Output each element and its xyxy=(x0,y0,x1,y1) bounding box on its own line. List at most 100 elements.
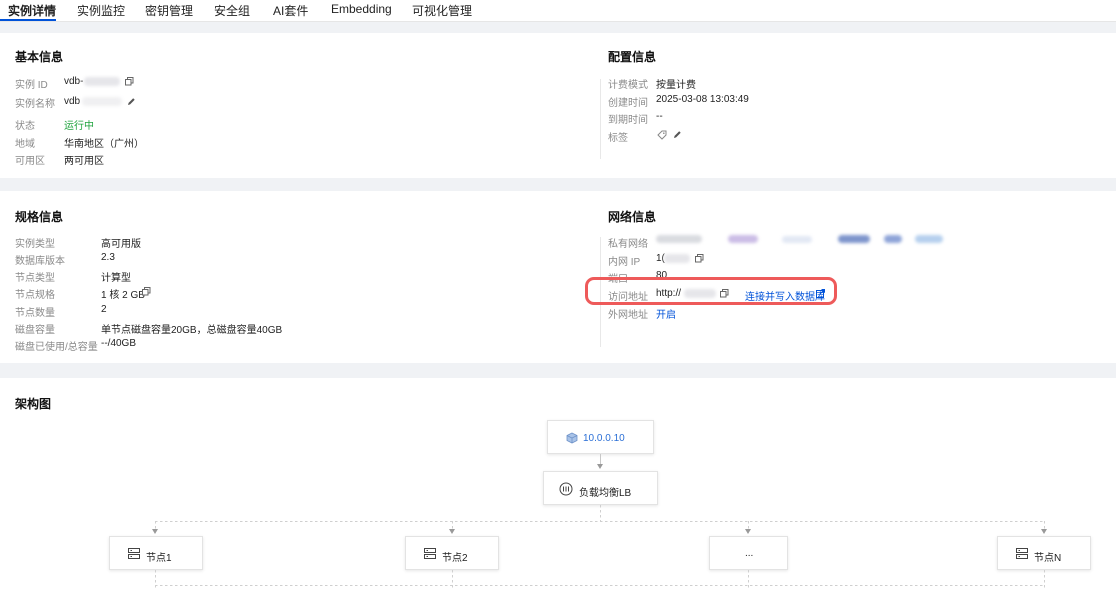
architecture-card: 架构图 10.0.0.10 负载均衡LB 节点1 节点2 ... 节点N xyxy=(0,378,1116,590)
instance-name-redacted xyxy=(82,97,122,106)
node-label: 节点2 xyxy=(442,553,468,564)
disk-capacity-value: 单节点磁盘容量20GB，总磁盘容量40GB xyxy=(101,325,283,336)
vip-node[interactable]: 10.0.0.10 xyxy=(547,420,654,454)
node-spec-value: 1 核 2 GB xyxy=(101,290,145,301)
disk-capacity-label: 磁盘容量 xyxy=(15,325,55,336)
copy-icon[interactable] xyxy=(695,254,704,263)
node-type-value: 计算型 xyxy=(101,273,131,284)
connector-line xyxy=(155,570,156,590)
instance-id-redacted xyxy=(84,77,120,86)
connector-line xyxy=(600,454,601,464)
architecture-title: 架构图 xyxy=(15,397,52,411)
expire-time-label: 到期时间 xyxy=(608,115,648,126)
tab-instance-monitor[interactable]: 实例监控 xyxy=(77,2,125,19)
disk-used-value: --/40GB xyxy=(101,338,137,349)
load-balancer-icon xyxy=(559,482,573,499)
vpc-redacted xyxy=(884,235,902,243)
connector-line xyxy=(452,570,453,590)
instance-name-value: vdb xyxy=(64,96,81,107)
node-count-label: 节点数量 xyxy=(15,308,55,319)
db-version-label: 数据库版本 xyxy=(15,256,65,267)
instance-type-value: 高可用版 xyxy=(101,239,141,250)
db-version-value: 2.3 xyxy=(101,252,115,263)
node-1[interactable]: 节点1 xyxy=(109,536,203,570)
server-icon xyxy=(1016,548,1028,562)
zone-label: 可用区 xyxy=(15,156,45,167)
zone-value: 两可用区 xyxy=(64,156,104,167)
vpc-redacted xyxy=(728,235,758,243)
arrow-down-icon xyxy=(152,529,158,534)
node-label: 节点1 xyxy=(146,553,172,564)
vpc-redacted xyxy=(656,235,702,243)
arrow-down-icon xyxy=(745,529,751,534)
config-info-title: 配置信息 xyxy=(608,50,657,64)
connector-line xyxy=(155,521,1045,522)
server-icon xyxy=(128,548,140,562)
active-tab-indicator xyxy=(0,19,56,21)
vpc-label: 私有网络 xyxy=(608,239,648,250)
vip-address: 10.0.0.10 xyxy=(583,433,625,444)
connector-line xyxy=(748,521,749,529)
tab-visual-management[interactable]: 可视化管理 xyxy=(412,2,472,19)
arrow-down-icon xyxy=(597,464,603,469)
billing-value: 按量计费 xyxy=(656,80,696,91)
node-count-value: 2 xyxy=(101,304,107,315)
spec-network-card: 规格信息 实例类型 高可用版 数据库版本 2.3 节点类型 计算型 节点规格 1… xyxy=(0,191,1116,363)
node-label: ... xyxy=(745,548,754,559)
created-time-value: 2025-03-08 13:03:49 xyxy=(656,94,749,105)
copy-icon[interactable] xyxy=(125,77,134,86)
connector-line xyxy=(1044,570,1045,590)
vpc-redacted xyxy=(838,235,870,243)
instance-id-label: 实例 ID xyxy=(15,80,48,91)
network-info-title: 网络信息 xyxy=(608,210,657,224)
status-label: 状态 xyxy=(15,121,35,132)
connector-line xyxy=(155,585,1045,586)
tag-icon[interactable] xyxy=(657,130,667,140)
status-value: 运行中 xyxy=(64,121,94,132)
copy-icon[interactable] xyxy=(142,287,151,296)
arrow-down-icon xyxy=(449,529,455,534)
access-address-highlight xyxy=(585,277,837,305)
connector-line xyxy=(748,570,749,590)
tab-bar: 实例详情 实例监控 密钥管理 安全组 AI套件 Embedding 可视化管理 xyxy=(0,0,1116,22)
tab-security-group[interactable]: 安全组 xyxy=(214,2,250,19)
vpc-redacted xyxy=(782,236,812,243)
tag-label: 标签 xyxy=(608,133,628,144)
cube-icon xyxy=(566,432,578,447)
connector-line xyxy=(155,521,156,529)
created-time-label: 创建时间 xyxy=(608,98,648,109)
region-value: 华南地区（广州） xyxy=(64,139,144,150)
connector-line xyxy=(1044,521,1045,529)
node-type-label: 节点类型 xyxy=(15,273,55,284)
edit-icon[interactable] xyxy=(127,97,136,106)
edit-tag-icon[interactable] xyxy=(673,130,682,139)
vpc-redacted xyxy=(915,235,943,243)
node-spec-label: 节点规格 xyxy=(15,290,55,301)
connector-line xyxy=(452,521,453,529)
connector-line xyxy=(600,505,601,521)
server-icon xyxy=(424,548,436,562)
instance-type-label: 实例类型 xyxy=(15,239,55,250)
load-balancer-node[interactable]: 负载均衡LB xyxy=(543,471,658,505)
node-n[interactable]: 节点N xyxy=(997,536,1091,570)
tab-ai-suite[interactable]: AI套件 xyxy=(273,2,308,19)
tab-instance-details[interactable]: 实例详情 xyxy=(8,2,56,19)
spec-info-title: 规格信息 xyxy=(15,210,64,224)
public-address-label: 外网地址 xyxy=(608,310,648,321)
billing-label: 计费模式 xyxy=(608,80,648,91)
basic-config-card: 基本信息 实例 ID vdb- 实例名称 vdb 状态 运行中 地域 华南地区（… xyxy=(0,33,1116,178)
tab-embedding[interactable]: Embedding xyxy=(331,2,392,16)
tab-key-management[interactable]: 密钥管理 xyxy=(145,2,193,19)
node-2[interactable]: 节点2 xyxy=(405,536,499,570)
instance-id-value: vdb- xyxy=(64,76,84,87)
node-ellipsis: ... xyxy=(709,536,788,570)
section-divider xyxy=(600,79,601,159)
load-balancer-label: 负载均衡LB xyxy=(579,488,632,499)
enable-public-link[interactable]: 开启 xyxy=(656,306,676,321)
node-label: 节点N xyxy=(1034,553,1062,564)
arrow-down-icon xyxy=(1041,529,1047,534)
instance-name-label: 实例名称 xyxy=(15,99,55,110)
region-label: 地域 xyxy=(15,139,35,150)
private-ip-redacted xyxy=(664,254,690,263)
expire-time-value: -- xyxy=(656,111,663,122)
